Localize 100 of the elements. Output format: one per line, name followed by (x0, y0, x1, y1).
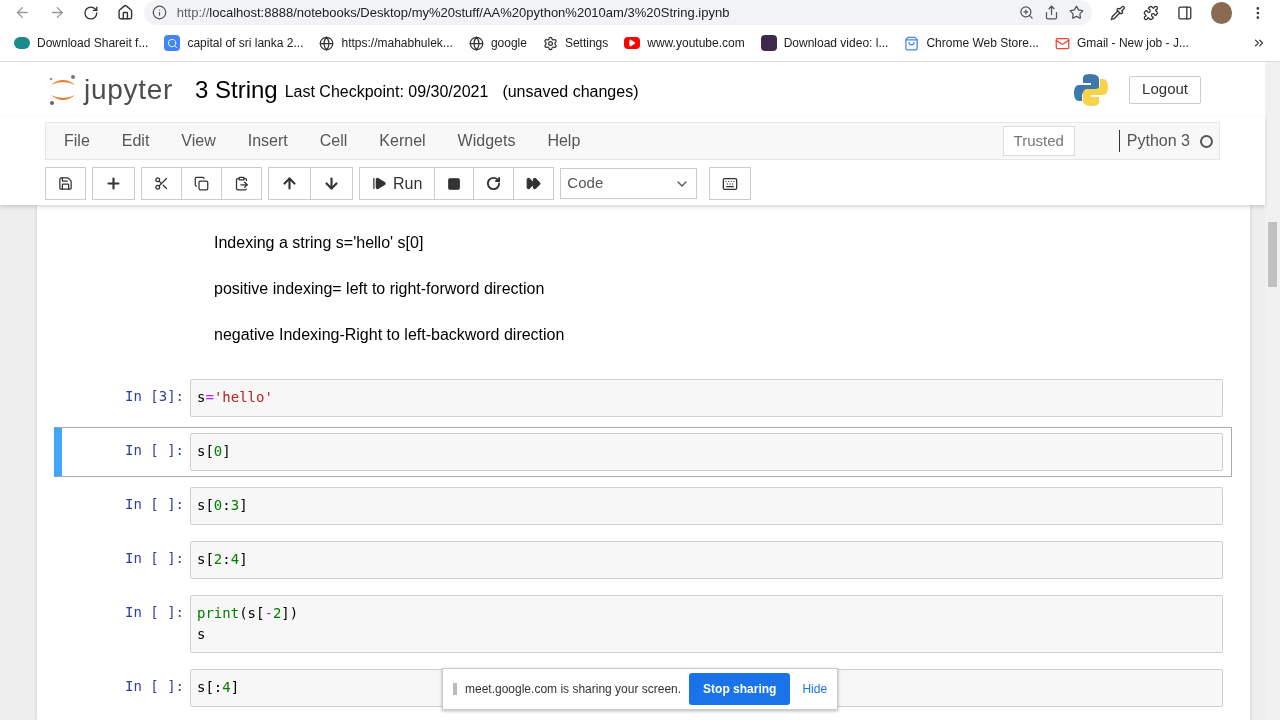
search-icon (164, 35, 181, 51)
bookmark-link[interactable]: www.youtube.com (624, 34, 745, 52)
cell-prompt: In [ ]: (124, 441, 185, 460)
shopping-bag-icon (904, 35, 920, 51)
more-bookmarks-icon[interactable] (1252, 36, 1266, 50)
code-input[interactable]: s[2:4] (190, 541, 1223, 579)
arrow-up-icon (281, 175, 298, 192)
scrollbar[interactable] (1265, 62, 1280, 720)
globe-icon (468, 35, 484, 51)
hide-button[interactable]: Hide (798, 680, 832, 698)
move-up-button[interactable] (268, 167, 311, 200)
bookmark-link[interactable]: https://mahabhulek... (319, 34, 453, 52)
save-icon (58, 176, 73, 191)
square-logo-icon (760, 35, 777, 51)
python-logo-icon (1073, 71, 1110, 108)
menu-item[interactable]: Help (531, 129, 597, 153)
copy-icon (194, 176, 209, 191)
code-input[interactable]: s[0:3] (190, 487, 1223, 525)
code-line: s[0] (197, 442, 231, 461)
bookmark-link[interactable]: Settings (542, 34, 609, 52)
bookmark-link[interactable]: Chrome Web Store... (904, 34, 1039, 52)
menu-item[interactable]: File (46, 129, 106, 153)
code-line: s[0:3] (197, 496, 248, 515)
settings-icon (542, 35, 558, 51)
mail-icon (1054, 35, 1070, 51)
code-line: s[2:4] (197, 550, 248, 569)
move-down-button[interactable] (310, 167, 353, 200)
menu-item[interactable]: Kernel (363, 129, 442, 153)
step-forward-icon (372, 176, 387, 191)
code-input[interactable]: print(s[-2]) s (190, 595, 1223, 653)
keyboard-shortcuts-button[interactable] (709, 167, 752, 200)
markdown-paragraph: negative Indexing-Right to left-backword direction (214, 325, 566, 345)
notebook-title[interactable]: 3 String (194, 71, 278, 108)
selected-code-cell[interactable]: In [ ]: s[0] (54, 427, 1232, 477)
share-icon[interactable] (1043, 5, 1059, 20)
cell-prompt: In [ ]: (124, 603, 185, 622)
trusted-indicator[interactable]: Trusted (1002, 125, 1075, 157)
bookmark-link[interactable]: google (468, 34, 527, 52)
jupyter-logo-icon (48, 72, 78, 107)
markdown-paragraph: Indexing a string s='hello' s[0] (214, 233, 425, 253)
restart-button[interactable] (473, 167, 515, 200)
logout-button[interactable]: Logout (1129, 75, 1201, 104)
code-line: s (197, 625, 206, 644)
menu-item[interactable]: View (165, 129, 232, 153)
bookmark-link[interactable]: Download Shareit f... (14, 34, 149, 52)
scissors-icon (154, 176, 169, 191)
fast-forward-icon (526, 176, 542, 191)
side-panel-icon[interactable] (1176, 4, 1193, 21)
run-button[interactable]: Run (359, 167, 436, 200)
bookmark-link[interactable]: Gmail - New job - J... (1054, 34, 1189, 52)
menu-item[interactable]: Cell (303, 129, 364, 153)
avatar[interactable] (1210, 1, 1233, 24)
restart-icon (486, 176, 502, 191)
code-line: s[:4] (197, 678, 240, 697)
stop-sharing-button[interactable]: Stop sharing (689, 673, 791, 705)
cut-button[interactable] (141, 167, 182, 200)
menu-item[interactable]: Widgets (441, 129, 532, 153)
cell-prompt: In [ ]: (124, 549, 185, 568)
code-input[interactable]: s='hello' (190, 379, 1223, 417)
paste-button[interactable] (221, 167, 262, 200)
url-text: http://localhost:8888/notebooks/Desktop/my%20stuff/AA%20python%2010am/3%20String.ipynb (176, 3, 731, 22)
plus-icon (105, 175, 122, 192)
star-icon[interactable] (1068, 5, 1084, 20)
cell-prompt: In [3]: (124, 387, 185, 406)
stop-icon (447, 176, 462, 191)
markdown-paragraph: positive indexing= left to right-forword direction (214, 279, 546, 299)
drag-handle-icon[interactable] (453, 683, 457, 695)
back-icon[interactable] (14, 4, 31, 21)
cell-type-select[interactable]: Code (560, 168, 698, 199)
info-icon[interactable] (151, 5, 167, 20)
interrupt-button[interactable] (434, 167, 475, 200)
menu-item[interactable]: Insert (231, 129, 304, 153)
code-line: s='hello' (197, 388, 273, 407)
kernel-name[interactable]: Python 3 (1126, 129, 1190, 153)
address-bar[interactable]: http://localhost:8888/notebooks/Desktop/my%20stuff/AA%20python%2010am/3%20String.ipynb (143, 0, 1092, 25)
home-icon[interactable] (117, 4, 134, 21)
app-icon (14, 37, 30, 49)
add-cell-button[interactable] (92, 167, 135, 200)
cell-prompt: In [ ]: (124, 495, 185, 514)
globe-icon (319, 35, 335, 51)
save-button[interactable] (45, 167, 86, 200)
cell-prompt: In [ ]: (124, 677, 185, 696)
sharing-message: meet.google.com is sharing your screen. (465, 681, 682, 698)
zoom-icon[interactable] (1018, 5, 1034, 20)
menu-item[interactable]: Edit (105, 129, 166, 153)
play-icon (624, 37, 641, 49)
bookmark-link[interactable]: Download video: l... (760, 34, 889, 52)
run-all-button[interactable] (513, 167, 555, 200)
paste-icon (234, 176, 249, 191)
code-input[interactable]: s[0] (190, 433, 1223, 471)
bookmark-link[interactable]: capital of sri lanka 2... (164, 34, 304, 52)
puzzle-icon[interactable] (1143, 4, 1159, 21)
autosave-status: (unsaved changes) (502, 81, 639, 102)
copy-button[interactable] (181, 167, 222, 200)
jupyter-logo[interactable]: jupyter (48, 68, 173, 111)
keyboard-icon (722, 175, 739, 192)
arrow-down-icon (323, 175, 340, 192)
reload-icon[interactable] (83, 4, 100, 21)
checkpoint-text: Last Checkpoint: 09/30/2021 (284, 81, 489, 102)
pipette-icon[interactable] (1109, 4, 1126, 21)
